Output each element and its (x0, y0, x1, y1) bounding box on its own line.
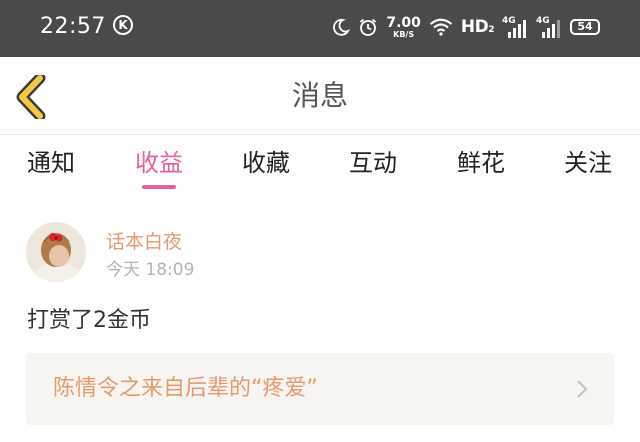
message-timestamp: 今天 18:09 (106, 260, 195, 280)
work-link-card[interactable]: 陈情令之来自后辈的“疼爱” (26, 353, 614, 425)
avatar[interactable] (26, 222, 86, 282)
tab-interactions[interactable]: 互动 (333, 147, 413, 179)
tab-notifications[interactable]: 通知 (11, 147, 91, 179)
network-speed-value: 7.00 (386, 14, 421, 31)
tab-following[interactable]: 关注 (548, 147, 628, 179)
alarm-icon (358, 17, 378, 37)
tab-favorites[interactable]: 收藏 (226, 147, 306, 179)
app-notification-icon: K (113, 15, 133, 35)
work-title: 陈情令之来自后辈的“疼爱” (53, 376, 318, 401)
top-nav-bar: 消息 (0, 57, 640, 135)
sim1-network-label: 4G (502, 16, 516, 26)
sim2-network-label: 4G (536, 16, 550, 26)
message-text: 打赏了2金币 (27, 308, 151, 333)
avatar-image (26, 222, 86, 282)
page-title: 消息 (291, 79, 348, 112)
tab-flowers[interactable]: 鲜花 (441, 147, 521, 179)
hd-sub: 2 (488, 25, 494, 35)
network-speed: 7.00 KB/S (386, 16, 421, 39)
sender-name[interactable]: 话本白夜 (106, 229, 182, 255)
wifi-icon (429, 18, 453, 36)
battery-icon: 54 (570, 19, 600, 35)
app-screen: 22:57 K 7.00 KB/S HD2 4G 4G 54 消息 通知 收益 … (0, 0, 640, 442)
tab-bar: 通知 收益 收藏 互动 鲜花 关注 (0, 135, 640, 193)
hd-label: HD (460, 17, 489, 37)
status-time: 22:57 (40, 14, 106, 39)
active-tab-indicator (142, 185, 176, 189)
status-icons: 7.00 KB/S HD2 4G 4G 54 (332, 14, 600, 40)
chevron-right-icon (577, 380, 588, 398)
hd-voice-indicator: HD2 (460, 17, 495, 37)
network-speed-unit: KB/S (393, 29, 415, 39)
status-bar: 22:57 K 7.00 KB/S HD2 4G 4G 54 (0, 0, 640, 57)
tab-earnings[interactable]: 收益 (119, 147, 199, 179)
signal-sim1: 4G (502, 16, 528, 38)
signal-sim2: 4G (536, 16, 562, 38)
moon-icon (332, 18, 351, 36)
